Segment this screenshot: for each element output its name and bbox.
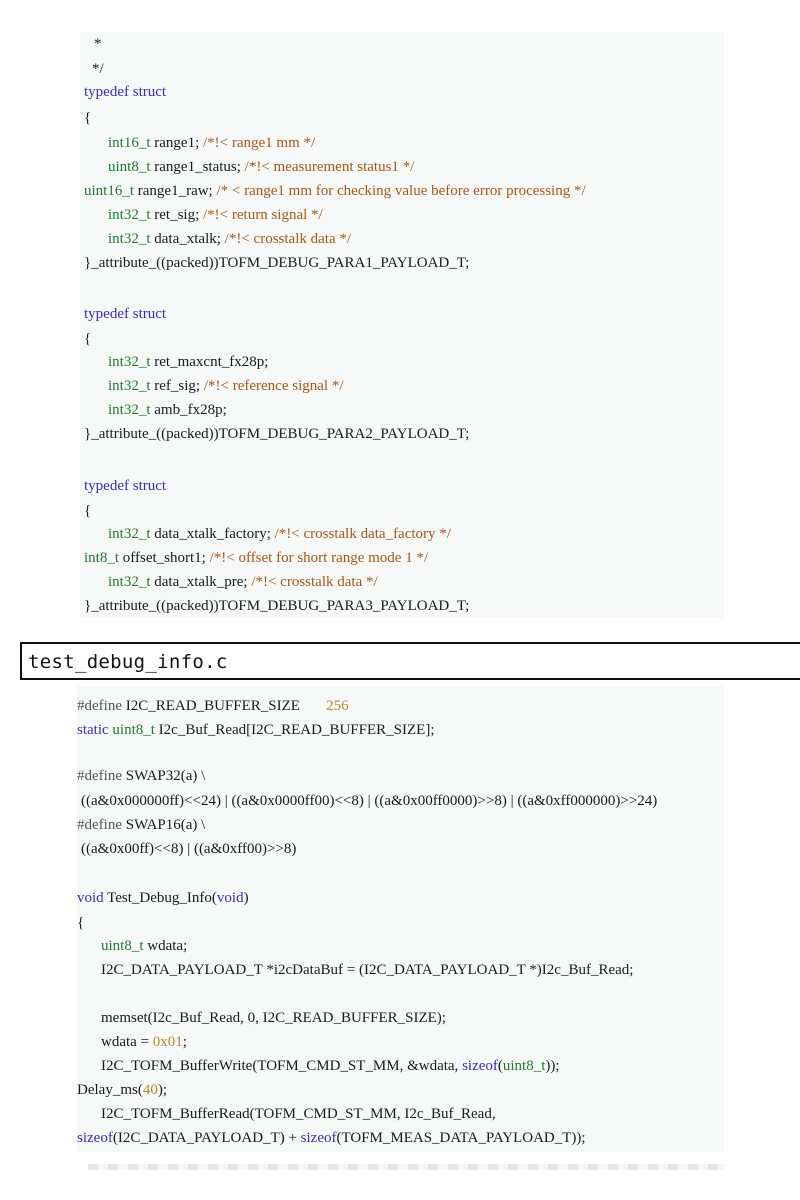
bottom-code-line: { [77, 915, 85, 931]
bottom-code-line: #define I2C_READ_BUFFER_SIZE 256 [77, 698, 349, 714]
bottom-code-line: I2C_DATA_PAYLOAD_T *i2cDataBuf = (I2C_DA… [101, 962, 634, 978]
top-code-line: { [84, 331, 92, 347]
top-code-line: int32_t ref_sig; /*!< reference signal *… [108, 378, 344, 394]
top-code-line: { [84, 503, 92, 519]
top-code-line: int32_t data_xtalk_factory; /*!< crossta… [108, 526, 451, 542]
bottom-code-line: Delay_ms(40); [77, 1082, 167, 1098]
top-code-line: int32_t data_xtalk_pre; /*!< crosstalk d… [108, 574, 378, 590]
top-code-line: }_attribute_((packed))TOFM_DEBUG_PARA2_P… [84, 426, 470, 442]
top-code-line: typedef struct [84, 84, 167, 100]
cropped-next-line [88, 1164, 724, 1170]
top-code-line: uint8_t range1_status; /*!< measurement … [108, 159, 415, 175]
bottom-code-line: memset(I2c_Buf_Read, 0, I2C_READ_BUFFER_… [101, 1010, 446, 1026]
bottom-code-line: #define SWAP32(a) \ [77, 768, 206, 784]
top-code-line: int32_t ret_sig; /*!< return signal */ [108, 207, 323, 223]
top-code-line: */ [92, 61, 104, 77]
bottom-code-line: sizeof(I2C_DATA_PAYLOAD_T) + sizeof(TOFM… [77, 1130, 586, 1146]
bottom-code-line: ((a&0x00ff)<<8) | ((a&0xff00)>>8) [81, 841, 297, 857]
top-code-line: int8_t offset_short1; /*!< offset for sh… [84, 550, 429, 566]
bottom-code-line: uint8_t wdata; [101, 938, 188, 954]
top-code-line: typedef struct [84, 478, 167, 494]
bottom-code-line: #define SWAP16(a) \ [77, 817, 206, 833]
function-code-block: #define I2C_READ_BUFFER_SIZE 256 static u… [77, 686, 724, 1152]
top-code-line: uint16_t range1_raw; /* < range1 mm for … [84, 183, 586, 199]
top-code-line: int32_t ret_maxcnt_fx28p; [108, 354, 269, 370]
top-code-line: }_attribute_((packed))TOFM_DEBUG_PARA1_P… [84, 255, 470, 271]
file-name: test_debug_info.c [28, 651, 228, 673]
bottom-code-line: ((a&0x000000ff)<<24) | ((a&0x0000ff00)<<… [81, 793, 658, 809]
struct-definitions-code-block: * */ typedef struct { int16_t range1; /*!< r… [80, 32, 724, 618]
bottom-code-line: wdata = 0x01; [101, 1034, 187, 1050]
top-code-line: * [94, 36, 102, 52]
bottom-code-line: static uint8_t I2c_Buf_Read[I2C_READ_BUF… [77, 722, 435, 738]
file-name-bar: test_debug_info.c [20, 642, 800, 680]
top-code-line: typedef struct [84, 306, 167, 322]
top-code-line: }_attribute_((packed))TOFM_DEBUG_PARA3_P… [84, 598, 470, 614]
bottom-code-line: I2C_TOFM_BufferWrite(TOFM_CMD_ST_MM, &wd… [101, 1058, 560, 1074]
top-code-line: int32_t amb_fx28p; [108, 402, 227, 418]
top-code-line: int16_t range1; /*!< range1 mm */ [108, 135, 316, 151]
bottom-code-line: I2C_TOFM_BufferRead(TOFM_CMD_ST_MM, I2c_… [101, 1106, 496, 1122]
top-code-line: { [84, 110, 92, 126]
top-code-line: int32_t data_xtalk; /*!< crosstalk data … [108, 231, 352, 247]
bottom-code-line: void Test_Debug_Info(void) [77, 890, 249, 906]
